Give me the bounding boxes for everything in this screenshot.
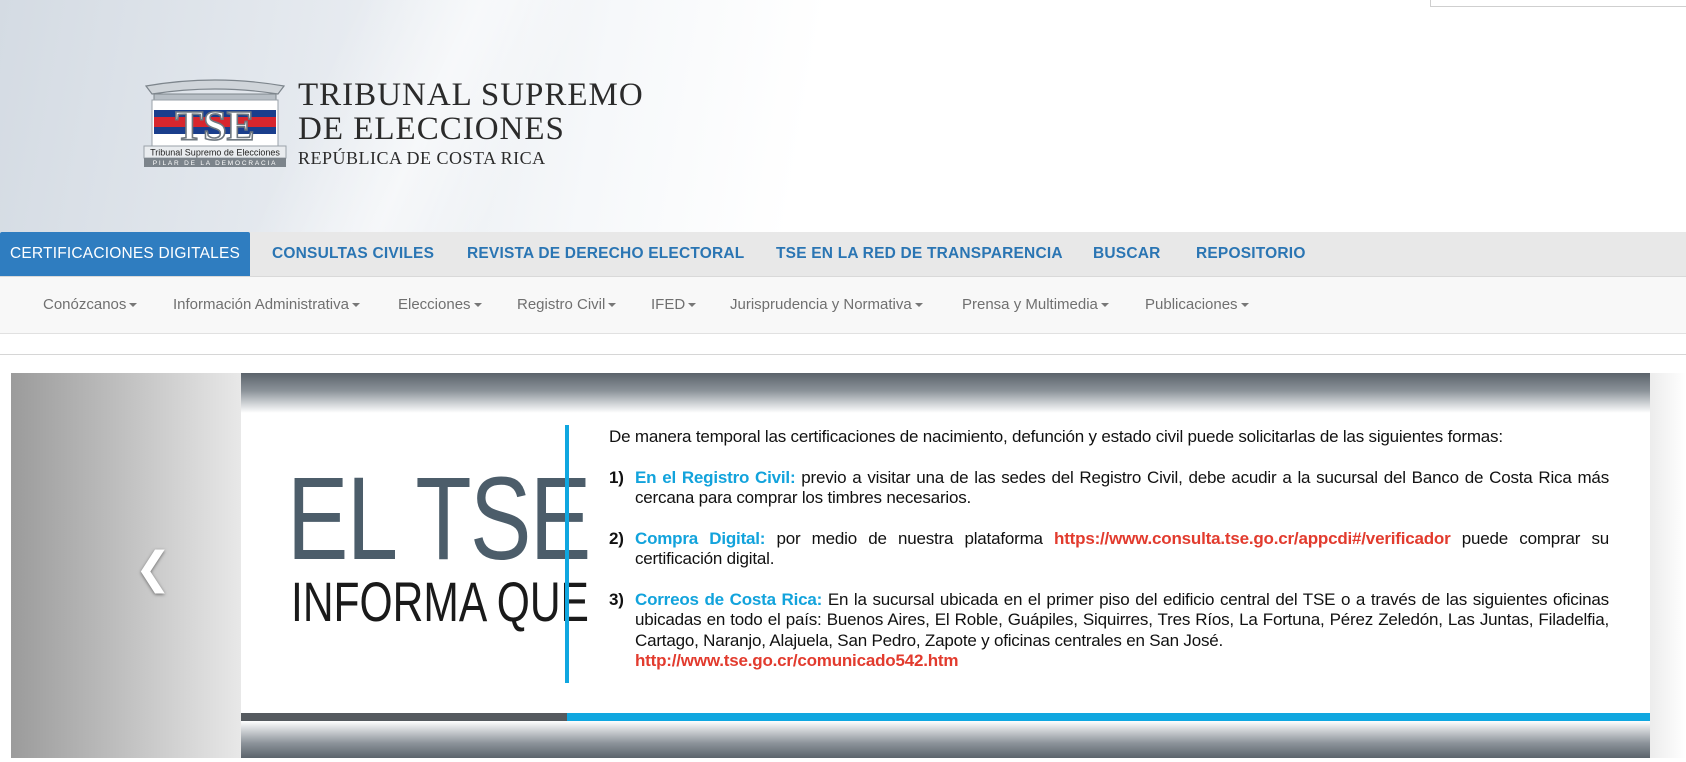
step-number: 2) — [609, 528, 624, 548]
caret-down-icon — [129, 303, 138, 308]
nav-buscar[interactable]: BUSCAR — [1093, 232, 1161, 276]
title-line-1: TRIBUNAL SUPREMO — [298, 77, 644, 113]
subnav-label: Publicaciones — [1145, 296, 1238, 313]
nav-certificaciones-digitales[interactable]: CERTIFICACIONES DIGITALES — [0, 232, 251, 276]
slide-headline: EL TSE — [287, 453, 591, 585]
secondary-navbar: Conózcanos Información Administrativa El… — [0, 277, 1686, 334]
chevron-left-icon[interactable]: ❮ — [133, 547, 173, 591]
caret-down-icon — [351, 303, 360, 308]
title-line-3: REPÚBLICA DE COSTA RICA — [298, 148, 546, 168]
notice-step-2: 2) Compra Digital: por medio de nuestra … — [609, 529, 1609, 570]
subnav-publicaciones[interactable]: Publicaciones — [1145, 277, 1249, 333]
slide-bottom-band — [241, 721, 1650, 758]
nav-consultas-civiles[interactable]: CONSULTAS CIVILES — [272, 232, 434, 276]
subnav-label: Registro Civil — [517, 296, 606, 313]
carousel-slide[interactable]: EL TSE INFORMA QUE De manera temporal la… — [241, 373, 1650, 758]
subnav-label: Elecciones — [398, 296, 471, 313]
step-title: En el Registro Civil: — [635, 467, 796, 487]
top-search-box[interactable] — [1430, 0, 1686, 7]
notice-step-1: 1) En el Registro Civil: previo a visita… — [609, 468, 1609, 509]
subnav-jurisprudencia-normativa[interactable]: Jurisprudencia y Normativa — [730, 277, 923, 333]
slide-separator — [565, 425, 569, 683]
nav-revista-derecho-electoral[interactable]: REVISTA DE DERECHO ELECTORAL — [467, 232, 744, 276]
subnav-registro-civil[interactable]: Registro Civil — [517, 277, 617, 333]
subnav-label: Prensa y Multimedia — [962, 296, 1098, 313]
step-title: Correos de Costa Rica: — [635, 589, 823, 609]
tse-logo[interactable]: TSE Tribunal Supremo de Elecciones PILAR… — [140, 76, 290, 168]
subnav-informacion-administrativa[interactable]: Información Administrativa — [173, 277, 360, 333]
carousel-right-panel — [1650, 373, 1686, 758]
subnav-label: Conózcanos — [43, 296, 127, 313]
site-header: TSE Tribunal Supremo de Elecciones PILAR… — [0, 0, 1686, 232]
caret-down-icon — [1240, 303, 1249, 308]
subnav-ifed[interactable]: IFED — [651, 277, 697, 333]
verificador-link[interactable]: https://www.consulta.tse.go.cr/appcdi#/v… — [1054, 529, 1451, 548]
notice-intro: De manera temporal las certificaciones d… — [609, 427, 1503, 446]
subnav-conozcanos[interactable]: Conózcanos — [43, 277, 138, 333]
svg-text:TSE: TSE — [175, 104, 254, 150]
step-number: 3) — [609, 589, 624, 609]
subnav-label: Jurisprudencia y Normativa — [730, 296, 912, 313]
caret-down-icon — [914, 303, 923, 308]
subnav-prensa-multimedia[interactable]: Prensa y Multimedia — [962, 277, 1109, 333]
svg-text:PILAR DE LA DEMOCRACIA: PILAR DE LA DEMOCRACIA — [153, 160, 277, 167]
step-text: por medio de nuestra plataforma — [765, 528, 1055, 548]
slide-top-band — [241, 373, 1650, 413]
slide-notice: De manera temporal las certificaciones d… — [609, 427, 1609, 692]
title-line-2: DE ELECCIONES — [298, 111, 565, 147]
nav-tse-red-transparencia[interactable]: TSE EN LA RED DE TRANSPARENCIA — [776, 232, 1063, 276]
caret-down-icon — [473, 303, 482, 308]
subnav-label: IFED — [651, 296, 686, 313]
section-divider — [0, 354, 1686, 355]
carousel-left-panel — [11, 373, 241, 758]
slide-subheadline: INFORMA QUE — [291, 570, 589, 633]
step-title: Compra Digital: — [635, 528, 766, 548]
subnav-elecciones[interactable]: Elecciones — [398, 277, 482, 333]
tse-logo-icon: TSE Tribunal Supremo de Elecciones PILAR… — [143, 79, 287, 167]
nav-repositorio[interactable]: REPOSITORIO — [1196, 232, 1306, 276]
caret-down-icon — [1100, 303, 1109, 308]
comunicado-link[interactable]: http://www.tse.go.cr/comunicado542.htm — [635, 651, 959, 670]
caret-down-icon — [688, 303, 697, 308]
caret-down-icon — [608, 303, 617, 308]
step-number: 1) — [609, 467, 624, 487]
notice-step-3: 3) Correos de Costa Rica: En la sucursal… — [609, 590, 1609, 672]
subnav-label: Información Administrativa — [173, 296, 349, 313]
organization-title: TRIBUNAL SUPREMO DE ELECCIONES REPÚBLICA… — [298, 78, 644, 169]
banner-carousel: ❮ EL TSE INFORMA QUE De manera temporal … — [11, 373, 1686, 758]
svg-text:Tribunal Supremo de Elecciones: Tribunal Supremo de Elecciones — [150, 148, 280, 158]
main-navbar: CERTIFICACIONES DIGITALES CONSULTAS CIVI… — [0, 232, 1686, 277]
